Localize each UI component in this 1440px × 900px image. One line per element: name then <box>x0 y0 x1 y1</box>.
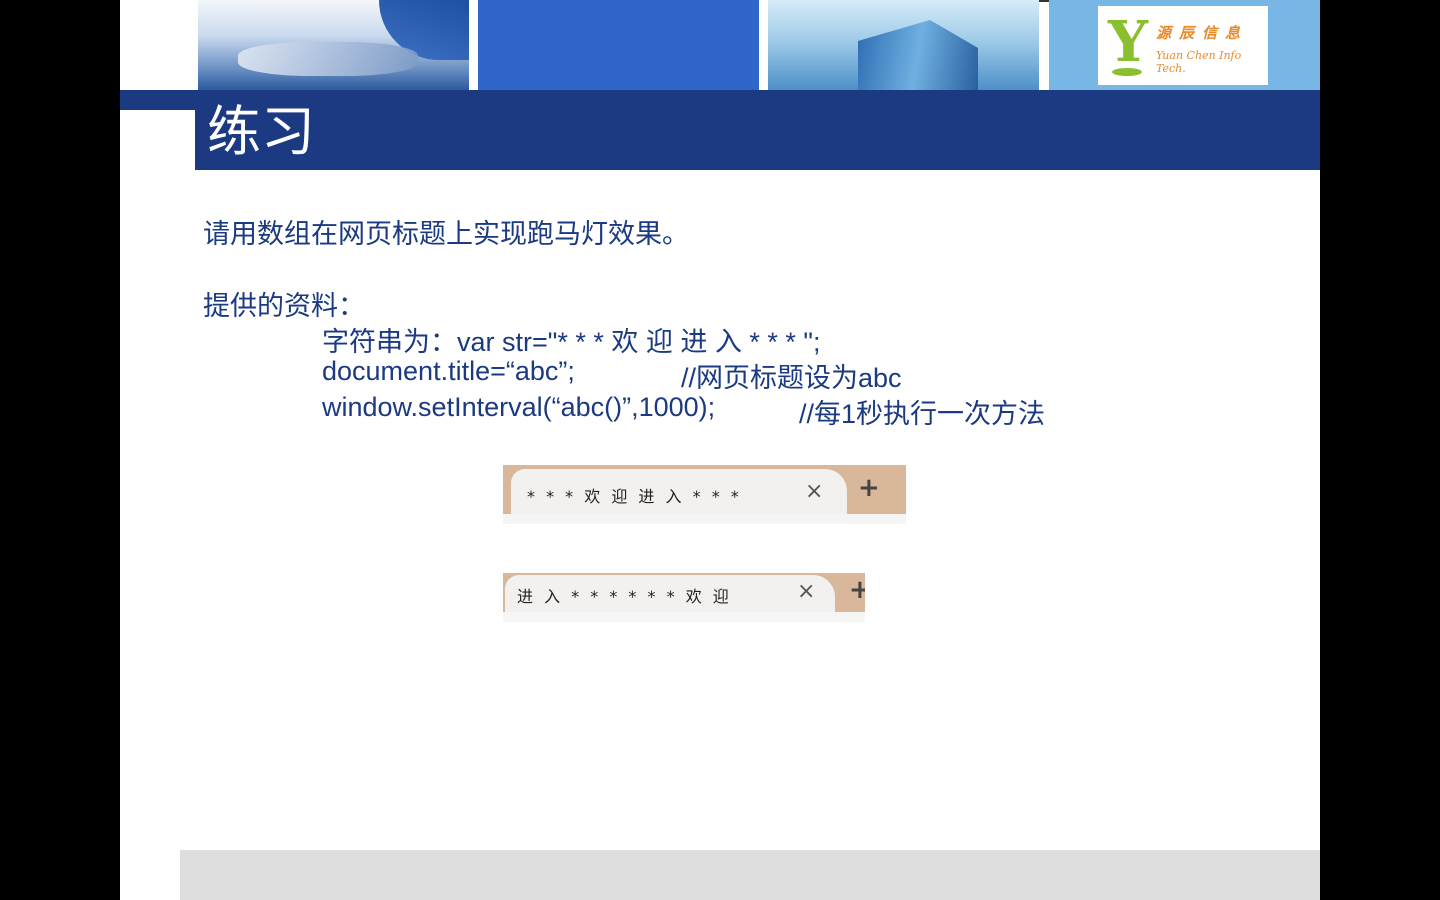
header-image-keyboard <box>198 0 469 90</box>
tab-title: 进 入 * * * * * * 欢 迎 <box>517 587 732 606</box>
code-line-3: window.setInterval(“abc()”,1000); <box>322 392 716 422</box>
header-image-blue <box>478 0 759 90</box>
slide: Y 源辰信息 Yuan Chen Info Tech. 练习 请用数组在网页标题… <box>120 0 1320 900</box>
new-tab-icon: + <box>858 473 880 503</box>
title-band-accent <box>120 90 195 110</box>
title-band: 练习 <box>195 90 1320 170</box>
close-icon: × <box>805 479 824 504</box>
slide-title: 练习 <box>207 100 315 163</box>
logo-chinese-name: 源辰信息 <box>1156 24 1249 42</box>
header-image-building <box>768 0 1039 90</box>
code-line-3-comment: //每1秒执行一次方法 <box>799 399 1046 429</box>
company-logo: Y 源辰信息 Yuan Chen Info Tech. <box>1098 6 1268 85</box>
footer-bar <box>180 850 1320 900</box>
code-line-2: document.title=“abc”; <box>322 356 575 386</box>
logo-english-name: Yuan Chen Info Tech. <box>1156 49 1242 75</box>
browser-tab-screenshot-2: 进 入 * * * * * * 欢 迎 × + <box>503 573 865 622</box>
materials-label: 提供的资料： <box>203 291 365 322</box>
browser-tab-screenshot-1: * * * 欢 迎 进 入 * * * × + <box>503 465 906 524</box>
logo-mark-icon: Y <box>1108 9 1148 75</box>
close-icon: × <box>797 579 816 604</box>
task-text: 请用数组在网页标题上实现跑马灯效果。 <box>203 219 689 250</box>
tab-title: * * * 欢 迎 进 入 * * * <box>527 487 742 506</box>
new-tab-icon: + <box>849 575 865 605</box>
code-line-1: 字符串为：var str="* * * 欢 迎 进 入 * * * "; <box>322 327 821 357</box>
code-line-2-comment: //网页标题设为abc <box>681 363 902 393</box>
